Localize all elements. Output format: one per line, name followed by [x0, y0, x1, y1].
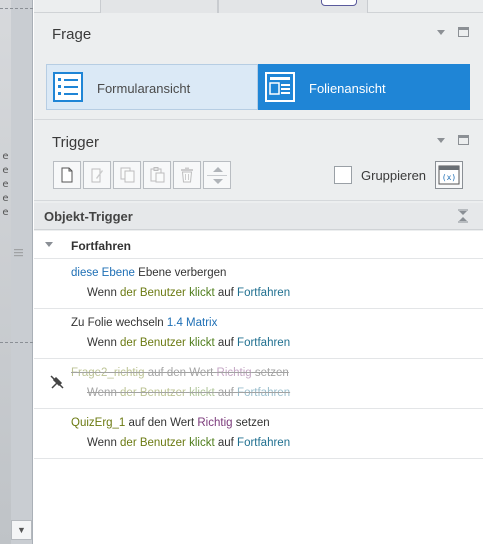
trigger-text-segment[interactable]: diese Ebene [71, 267, 135, 279]
undock-window-icon[interactable] [458, 27, 469, 37]
paste-button[interactable] [143, 161, 171, 189]
splitter-grip-icon[interactable]: — — — [14, 245, 23, 260]
trigger-text-segment: Wenn [87, 387, 121, 399]
trigger-text-segment[interactable]: QuizErg_1 [71, 417, 125, 429]
trigger-text-segment: auf den Wert [125, 417, 198, 429]
divider [0, 8, 33, 9]
form-view-button[interactable]: Formularansicht [46, 64, 258, 110]
expand-chevron-down-icon[interactable] [45, 242, 53, 247]
copy-button[interactable] [113, 161, 141, 189]
divider [34, 119, 483, 120]
trigger-text-segment[interactable]: Fortfahren [237, 337, 290, 349]
trigger-text-segment: Ebene verbergen [134, 267, 227, 279]
trigger-disabled-icon[interactable] [50, 375, 64, 389]
trigger-text-segment: auf [214, 287, 238, 299]
question-panel-header: Frage [34, 14, 483, 54]
trigger-text-segment[interactable]: 1.4 Matrix [167, 317, 218, 329]
form-view-icon [53, 72, 83, 102]
undock-window-icon[interactable] [458, 135, 469, 145]
trigger-text-segment[interactable]: der Benutzer [120, 387, 186, 399]
trigger-text-segment: Wenn [87, 337, 121, 349]
trigger-action: QuizErg_1 auf den Wert Richtig setzen [71, 417, 270, 429]
trigger-text-segment[interactable]: Fortfahren [237, 287, 290, 299]
new-trigger-button[interactable] [53, 161, 81, 189]
trigger-group-row[interactable]: Fortfahren [34, 231, 483, 259]
slide-view-icon [265, 72, 295, 102]
trigger-text-segment: setzen [251, 367, 289, 379]
panel-menu-chevron-down-icon[interactable] [437, 138, 445, 143]
slide-view-label: Folienansicht [309, 81, 386, 96]
trigger-group-name: Fortfahren [71, 239, 131, 253]
trigger-text-segment[interactable]: der Benutzer [120, 337, 186, 349]
move-down-icon [213, 179, 223, 184]
scroll-down-arrow-icon[interactable]: ▼ [11, 520, 32, 540]
trigger-text-segment[interactable]: klickt [189, 437, 215, 449]
divider [207, 175, 227, 176]
tab-indicator [321, 0, 357, 6]
trigger-text-segment[interactable]: Richtig [217, 367, 252, 379]
trigger-text-segment: auf [214, 337, 238, 349]
trigger-condition: Wenn der Benutzer klickt auf Fortfahren [87, 337, 290, 349]
trigger-condition: Wenn der Benutzer klickt auf Fortfahren [87, 287, 290, 299]
trigger-action: diese Ebene Ebene verbergen [71, 267, 226, 279]
move-up-icon [213, 167, 223, 172]
trigger-text-segment: auf den Wert [144, 367, 217, 379]
copy-icon [120, 167, 135, 183]
trigger-action: Zu Folie wechseln 1.4 Matrix [71, 317, 217, 329]
properties-panel: Frage Formularansicht Folienansicht Trig… [34, 0, 483, 544]
move-up-down-button[interactable] [203, 161, 231, 189]
left-panel-strip [0, 0, 11, 544]
svg-text:(x): (x) [442, 173, 456, 182]
top-tab-strip [34, 0, 483, 13]
trigger-item[interactable]: Zu Folie wechseln 1.4 Matrix Wenn der Ben… [34, 309, 483, 359]
form-view-label: Formularansicht [97, 81, 191, 96]
trigger-text-segment: auf [214, 437, 238, 449]
panel-title: Trigger [52, 134, 99, 151]
panel-title: Frage [52, 26, 92, 43]
collapse-all-icon[interactable] [458, 209, 468, 223]
trigger-text-segment[interactable]: Fortfahren [237, 387, 290, 399]
variables-button[interactable]: (x) [435, 161, 463, 189]
list-title: Objekt-Trigger [44, 209, 133, 224]
trigger-text-segment[interactable]: Fortfahren [237, 437, 290, 449]
group-checkbox[interactable] [334, 166, 352, 184]
trigger-text-segment[interactable]: klickt [189, 337, 215, 349]
variables-icon: (x) [438, 165, 460, 185]
trigger-panel-header: Trigger [34, 122, 483, 162]
trigger-text-segment[interactable]: klickt [189, 287, 215, 299]
paste-icon [150, 167, 165, 183]
trigger-text-segment: Wenn [87, 437, 121, 449]
trigger-text-segment: auf [214, 387, 238, 399]
left-panel-edge: eeeee — — — ▼ [0, 0, 33, 544]
edit-trigger-button[interactable] [83, 161, 111, 189]
object-triggers-header: Objekt-Trigger [34, 203, 483, 230]
trigger-text-segment[interactable]: der Benutzer [120, 287, 186, 299]
trigger-condition: Wenn der Benutzer klickt auf Fortfahren [87, 387, 290, 399]
new-trigger-icon [61, 167, 73, 183]
trigger-action: Frage2_richtig auf den Wert Richtig setz… [71, 367, 289, 379]
panel-menu-chevron-down-icon[interactable] [437, 30, 445, 35]
slide-view-button[interactable]: Folienansicht [258, 64, 470, 110]
trigger-item[interactable]: diese Ebene Ebene verbergen Wenn der Benu… [34, 259, 483, 309]
tab[interactable] [100, 0, 218, 13]
trigger-text-segment: Wenn [87, 287, 121, 299]
trigger-item[interactable]: Frage2_richtig auf den Wert Richtig setz… [34, 359, 483, 409]
trigger-text-segment[interactable]: der Benutzer [120, 437, 186, 449]
divider [34, 200, 483, 201]
trigger-text-segment[interactable]: klickt [189, 387, 215, 399]
group-label: Gruppieren [361, 168, 427, 183]
trigger-text-segment: Zu Folie wechseln [71, 317, 167, 329]
truncated-text: eeeee [2, 151, 9, 218]
divider [0, 342, 33, 343]
trigger-text-segment: setzen [232, 417, 270, 429]
delete-icon [181, 167, 193, 183]
trigger-text-segment[interactable]: Richtig [197, 417, 232, 429]
view-toggle: Formularansicht Folienansicht [46, 64, 470, 110]
edit-trigger-icon [91, 168, 103, 183]
trigger-item[interactable]: QuizErg_1 auf den Wert Richtig setzen Wen… [34, 409, 483, 459]
trigger-text-segment[interactable]: Frage2_richtig [71, 367, 145, 379]
delete-button[interactable] [173, 161, 201, 189]
trigger-list: Fortfahren diese Ebene Ebene verbergen We… [34, 231, 483, 544]
trigger-condition: Wenn der Benutzer klickt auf Fortfahren [87, 437, 290, 449]
